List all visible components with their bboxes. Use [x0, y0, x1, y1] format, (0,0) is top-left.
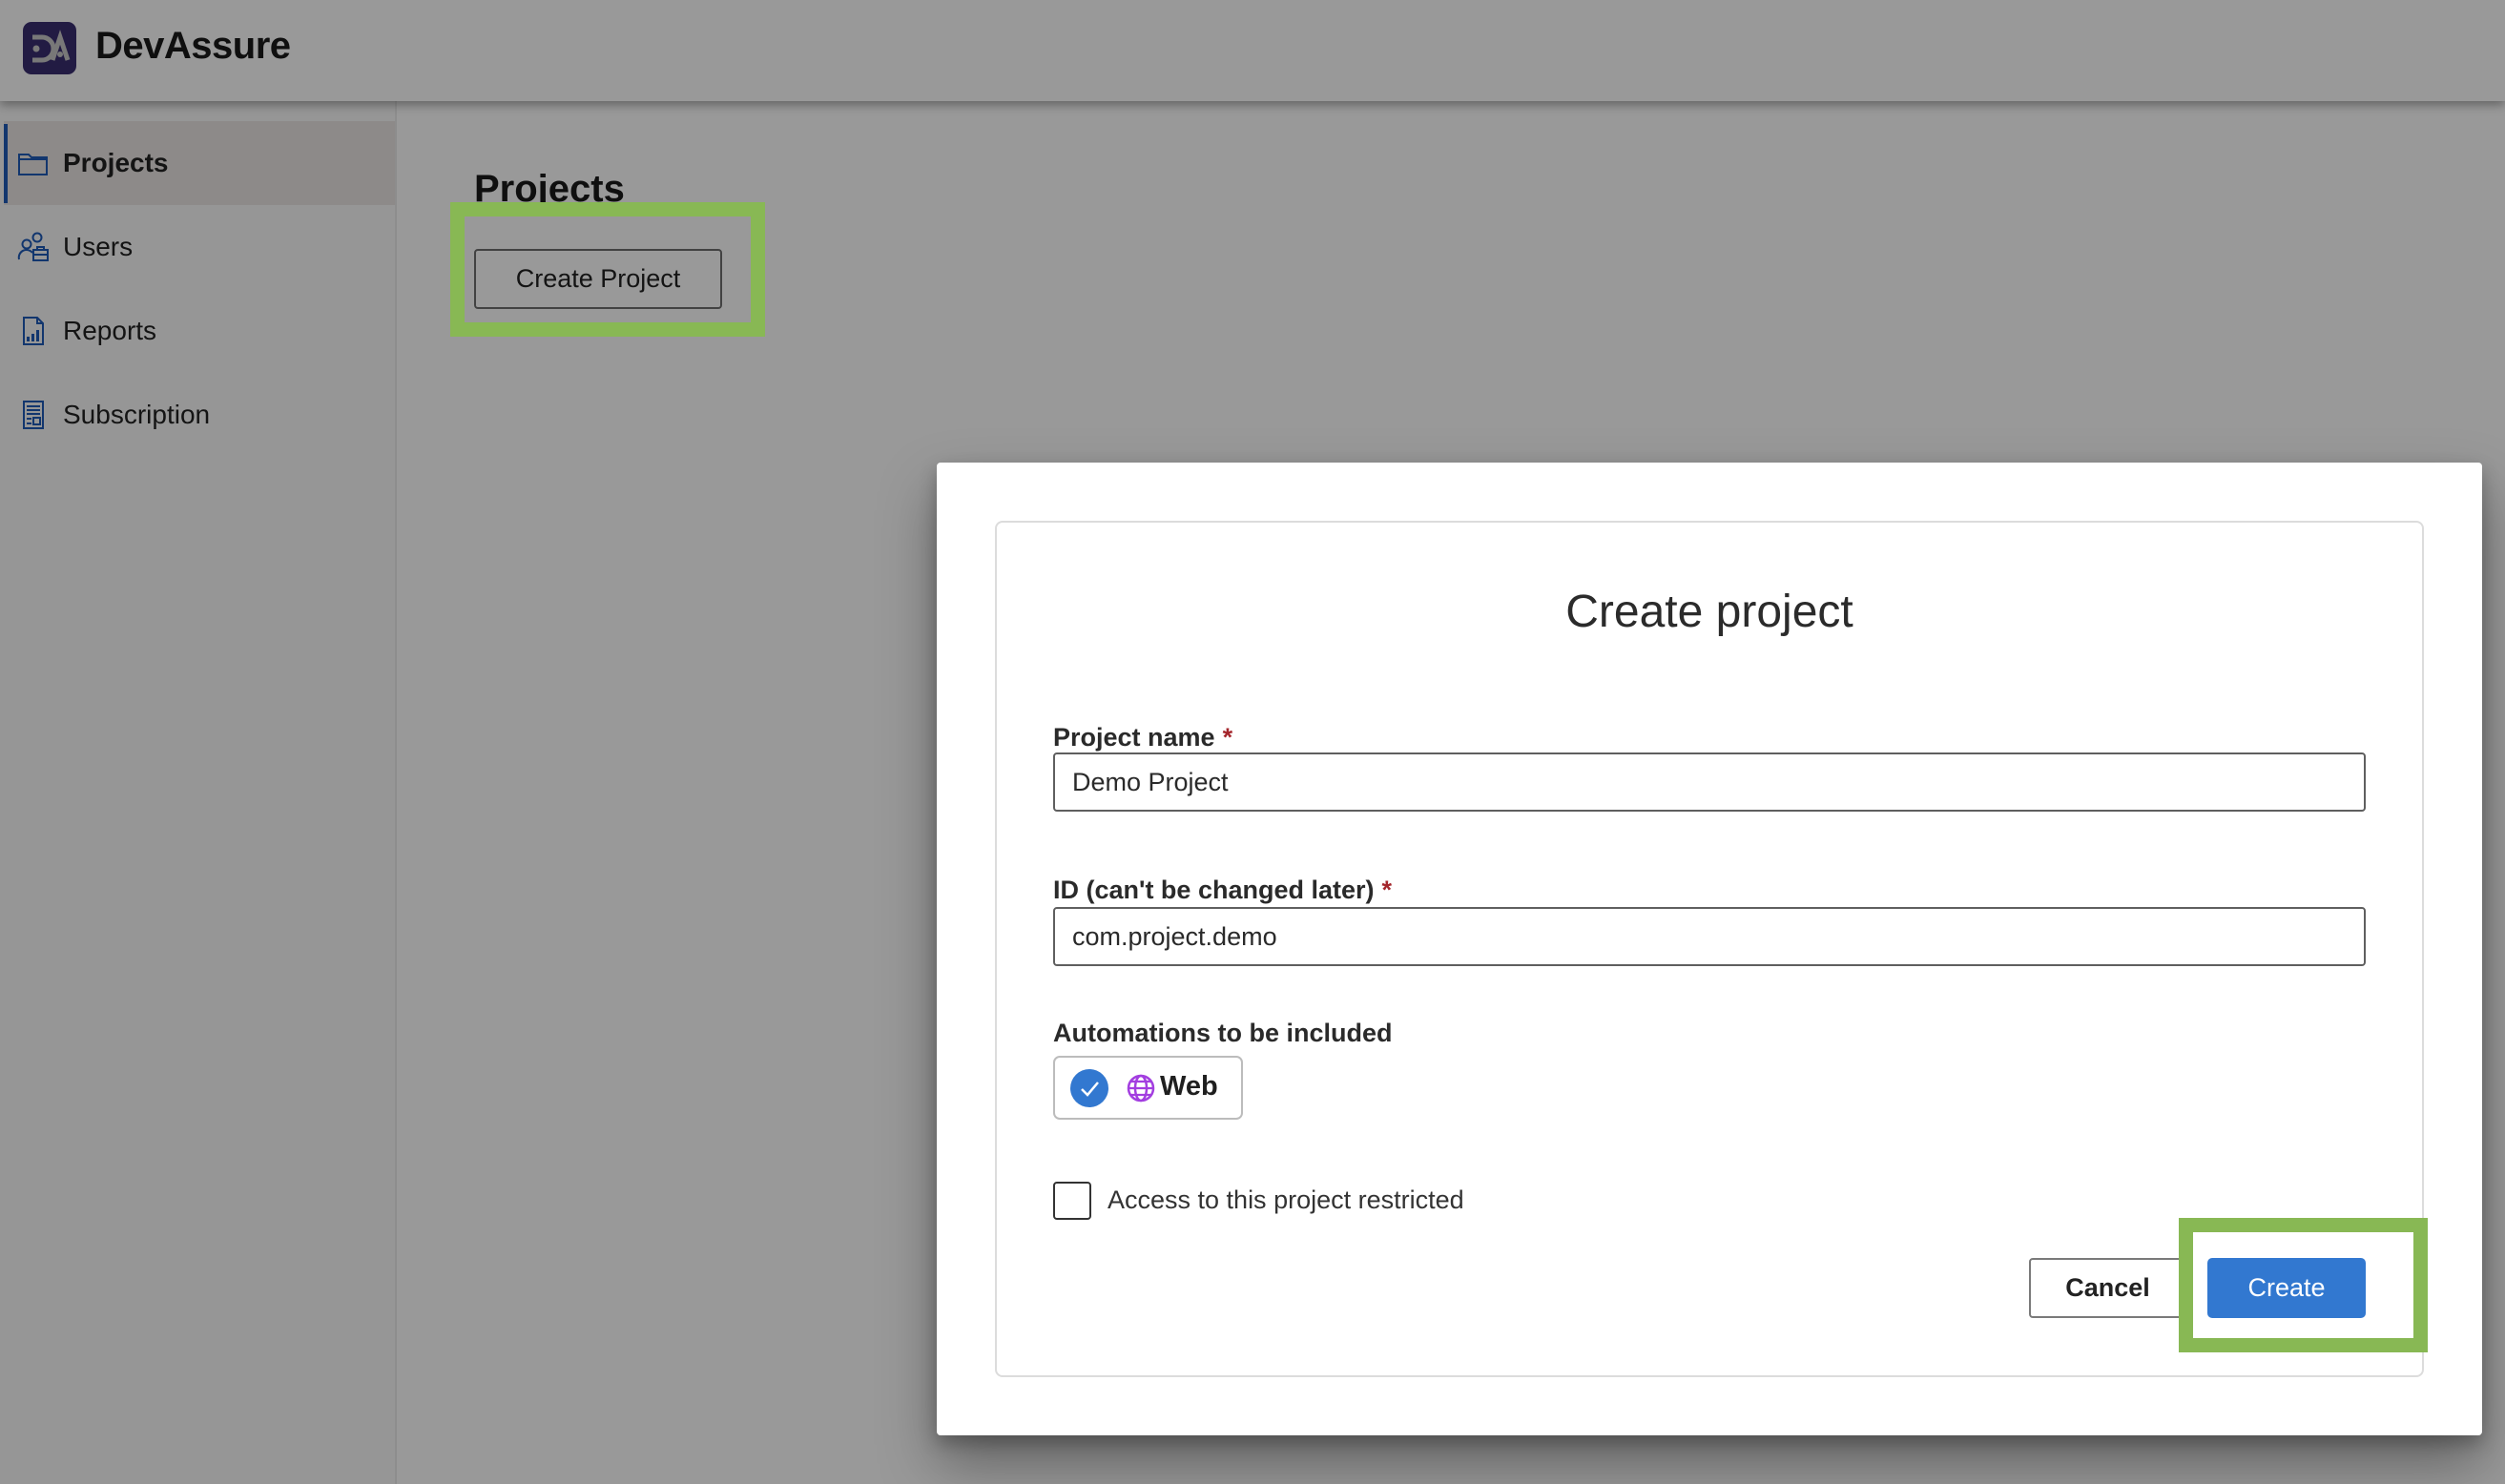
globe-icon: [1127, 1074, 1155, 1103]
restricted-access-label[interactable]: Access to this project restricted: [1108, 1185, 1464, 1215]
checkmark-circle-icon: [1070, 1069, 1108, 1107]
project-name-input[interactable]: [1053, 752, 2366, 812]
project-id-label-text: ID (can't be changed later): [1053, 876, 1375, 904]
required-marker: *: [1381, 876, 1393, 904]
restricted-access-checkbox[interactable]: [1053, 1182, 1091, 1220]
automations-label: Automations to be included: [1053, 1019, 1393, 1047]
create-project-dialog: Create project Project name* ID (can't b…: [937, 463, 2482, 1435]
required-marker: *: [1222, 723, 1233, 752]
create-button[interactable]: Create: [2207, 1258, 2366, 1318]
project-id-input[interactable]: [1053, 907, 2366, 966]
project-name-label: Project name *: [1053, 723, 1232, 752]
automation-option-label: Web: [1160, 1071, 1218, 1102]
dialog-title: Create project: [1565, 587, 1853, 637]
cancel-button[interactable]: Cancel: [2029, 1258, 2186, 1318]
automation-option-web[interactable]: Web: [1053, 1056, 1243, 1120]
project-id-label: ID (can't be changed later) *: [1053, 876, 1392, 905]
project-name-label-text: Project name: [1053, 723, 1215, 752]
create-project-form: Create project Project name* ID (can't b…: [995, 521, 2424, 1377]
